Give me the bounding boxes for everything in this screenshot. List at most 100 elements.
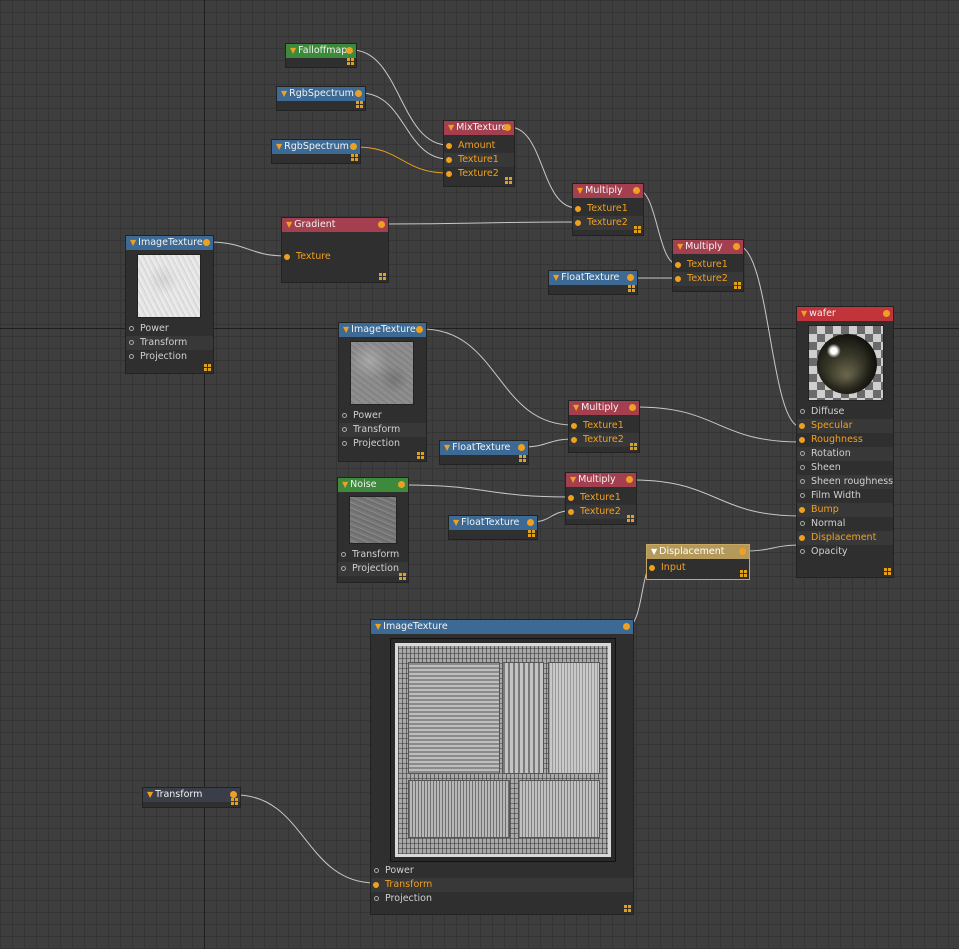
input-port-transform[interactable]: Transform xyxy=(338,548,408,562)
resize-grip-icon[interactable] xyxy=(417,452,424,459)
port-connected-icon[interactable] xyxy=(446,171,452,177)
input-port-diffuse[interactable]: Diffuse xyxy=(797,405,893,419)
resize-grip-icon[interactable] xyxy=(519,455,526,462)
input-port-projection[interactable]: Projection xyxy=(371,892,633,906)
input-port-input[interactable]: Input xyxy=(647,561,749,575)
node-multiply-4[interactable]: ▼ Multiply Texture1 Texture2 xyxy=(565,472,637,525)
collapse-triangle-icon[interactable]: ▼ xyxy=(290,46,296,55)
port-connected-icon[interactable] xyxy=(568,509,574,515)
input-port-projection[interactable]: Projection xyxy=(339,437,426,451)
node-header[interactable]: ▼ ImageTexture xyxy=(126,236,213,250)
port-connected-icon[interactable] xyxy=(571,423,577,429)
output-port[interactable] xyxy=(518,444,525,451)
collapse-triangle-icon[interactable]: ▼ xyxy=(281,89,287,98)
resize-grip-icon[interactable] xyxy=(627,515,634,522)
node-multiply-1[interactable]: ▼ Multiply Texture1 Texture2 xyxy=(572,183,644,236)
input-port-transform[interactable]: Transform xyxy=(339,423,426,437)
resize-grip-icon[interactable] xyxy=(884,568,891,575)
port-connected-icon[interactable] xyxy=(675,262,681,268)
resize-grip-icon[interactable] xyxy=(356,101,363,108)
resize-grip-icon[interactable] xyxy=(204,364,211,371)
port-connected-icon[interactable] xyxy=(799,437,805,443)
output-port[interactable] xyxy=(504,124,511,131)
port-connected-icon[interactable] xyxy=(575,220,581,226)
node-header[interactable]: ▼ Multiply xyxy=(566,473,636,487)
input-port-transform[interactable]: Transform xyxy=(371,878,633,892)
node-header[interactable]: ▼ Multiply xyxy=(569,401,639,415)
input-port-texture2[interactable]: Texture2 xyxy=(566,505,636,519)
collapse-triangle-icon[interactable]: ▼ xyxy=(801,309,807,318)
input-port-texture2[interactable]: Texture2 xyxy=(673,272,743,286)
port-empty-icon[interactable] xyxy=(800,451,805,456)
node-header[interactable]: ▼ RgbSpectrum xyxy=(277,87,365,101)
output-port[interactable] xyxy=(203,239,210,246)
node-header[interactable]: ▼ FloatTexture xyxy=(440,441,528,455)
collapse-triangle-icon[interactable]: ▼ xyxy=(577,186,583,195)
port-connected-icon[interactable] xyxy=(571,437,577,443)
port-empty-icon[interactable] xyxy=(129,326,134,331)
output-port[interactable] xyxy=(627,274,634,281)
collapse-triangle-icon[interactable]: ▼ xyxy=(453,518,459,527)
output-port[interactable] xyxy=(350,143,357,150)
node-floattexture-2[interactable]: ▼ FloatTexture xyxy=(439,440,529,465)
input-port-texture2[interactable]: Texture2 xyxy=(573,216,643,230)
node-header[interactable]: ▼ Multiply xyxy=(573,184,643,198)
port-empty-icon[interactable] xyxy=(800,521,805,526)
port-empty-icon[interactable] xyxy=(374,868,379,873)
port-connected-icon[interactable] xyxy=(799,535,805,541)
input-port-projection[interactable]: Projection xyxy=(126,350,213,364)
input-port-rotation[interactable]: Rotation xyxy=(797,447,893,461)
input-port-power[interactable]: Power xyxy=(371,864,633,878)
node-imagetexture-1[interactable]: ▼ ImageTexture Power Transform Projection xyxy=(125,235,214,374)
output-port[interactable] xyxy=(623,623,630,630)
output-port[interactable] xyxy=(626,476,633,483)
collapse-triangle-icon[interactable]: ▼ xyxy=(677,242,683,251)
node-header[interactable]: ▼ ImageTexture xyxy=(339,323,426,337)
input-port-power[interactable]: Power xyxy=(339,409,426,423)
node-header[interactable]: ▼ Noise xyxy=(338,478,408,492)
resize-grip-icon[interactable] xyxy=(231,798,238,805)
node-noise[interactable]: ▼ Noise Transform Projection xyxy=(337,477,409,583)
resize-grip-icon[interactable] xyxy=(634,226,641,233)
input-port-texture2[interactable]: Texture2 xyxy=(569,433,639,447)
port-empty-icon[interactable] xyxy=(129,354,134,359)
node-gradient[interactable]: ▼ Gradient Texture xyxy=(281,217,389,283)
input-port-specular[interactable]: Specular xyxy=(797,419,893,433)
port-connected-icon[interactable] xyxy=(284,254,290,260)
port-connected-icon[interactable] xyxy=(675,276,681,282)
resize-grip-icon[interactable] xyxy=(630,443,637,450)
input-port-power[interactable]: Power xyxy=(126,322,213,336)
collapse-triangle-icon[interactable]: ▼ xyxy=(570,475,576,484)
input-port-texture1[interactable]: Texture1 xyxy=(569,419,639,433)
input-port-bump[interactable]: Bump xyxy=(797,503,893,517)
node-header[interactable]: ▼ Displacement xyxy=(647,545,749,559)
collapse-triangle-icon[interactable]: ▼ xyxy=(573,403,579,412)
node-header[interactable]: ▼ ImageTexture xyxy=(371,620,633,634)
node-graph-canvas[interactable]: ▼ Falloffmap ▼ RgbSpectrum ▼ RgbSpectrum ▼ M… xyxy=(0,0,959,949)
collapse-triangle-icon[interactable]: ▼ xyxy=(276,142,282,151)
node-rgbspectrum-1[interactable]: ▼ RgbSpectrum xyxy=(276,86,366,111)
port-empty-icon[interactable] xyxy=(341,566,346,571)
node-multiply-2[interactable]: ▼ Multiply Texture1 Texture2 xyxy=(672,239,744,292)
collapse-triangle-icon[interactable]: ▼ xyxy=(343,325,349,334)
port-empty-icon[interactable] xyxy=(800,465,805,470)
resize-grip-icon[interactable] xyxy=(734,282,741,289)
resize-grip-icon[interactable] xyxy=(399,573,406,580)
resize-grip-icon[interactable] xyxy=(351,154,358,161)
port-empty-icon[interactable] xyxy=(800,479,805,484)
output-port[interactable] xyxy=(378,221,385,228)
port-connected-icon[interactable] xyxy=(575,206,581,212)
node-imagetexture-3[interactable]: ▼ ImageTexture Power Transform Projection xyxy=(370,619,634,915)
input-port-texture1[interactable]: Texture1 xyxy=(444,153,514,167)
port-connected-icon[interactable] xyxy=(649,565,655,571)
output-port[interactable] xyxy=(416,326,423,333)
output-port[interactable] xyxy=(527,519,534,526)
output-port[interactable] xyxy=(739,548,746,555)
port-connected-icon[interactable] xyxy=(568,495,574,501)
port-connected-icon[interactable] xyxy=(446,157,452,163)
resize-grip-icon[interactable] xyxy=(740,570,747,577)
node-wafer-material[interactable]: ▼ wafer Diffuse Specular Roughness Rotati… xyxy=(796,306,894,578)
node-header[interactable]: ▼ Transform xyxy=(143,788,240,802)
collapse-triangle-icon[interactable]: ▼ xyxy=(651,547,657,556)
input-port-transform[interactable]: Transform xyxy=(126,336,213,350)
